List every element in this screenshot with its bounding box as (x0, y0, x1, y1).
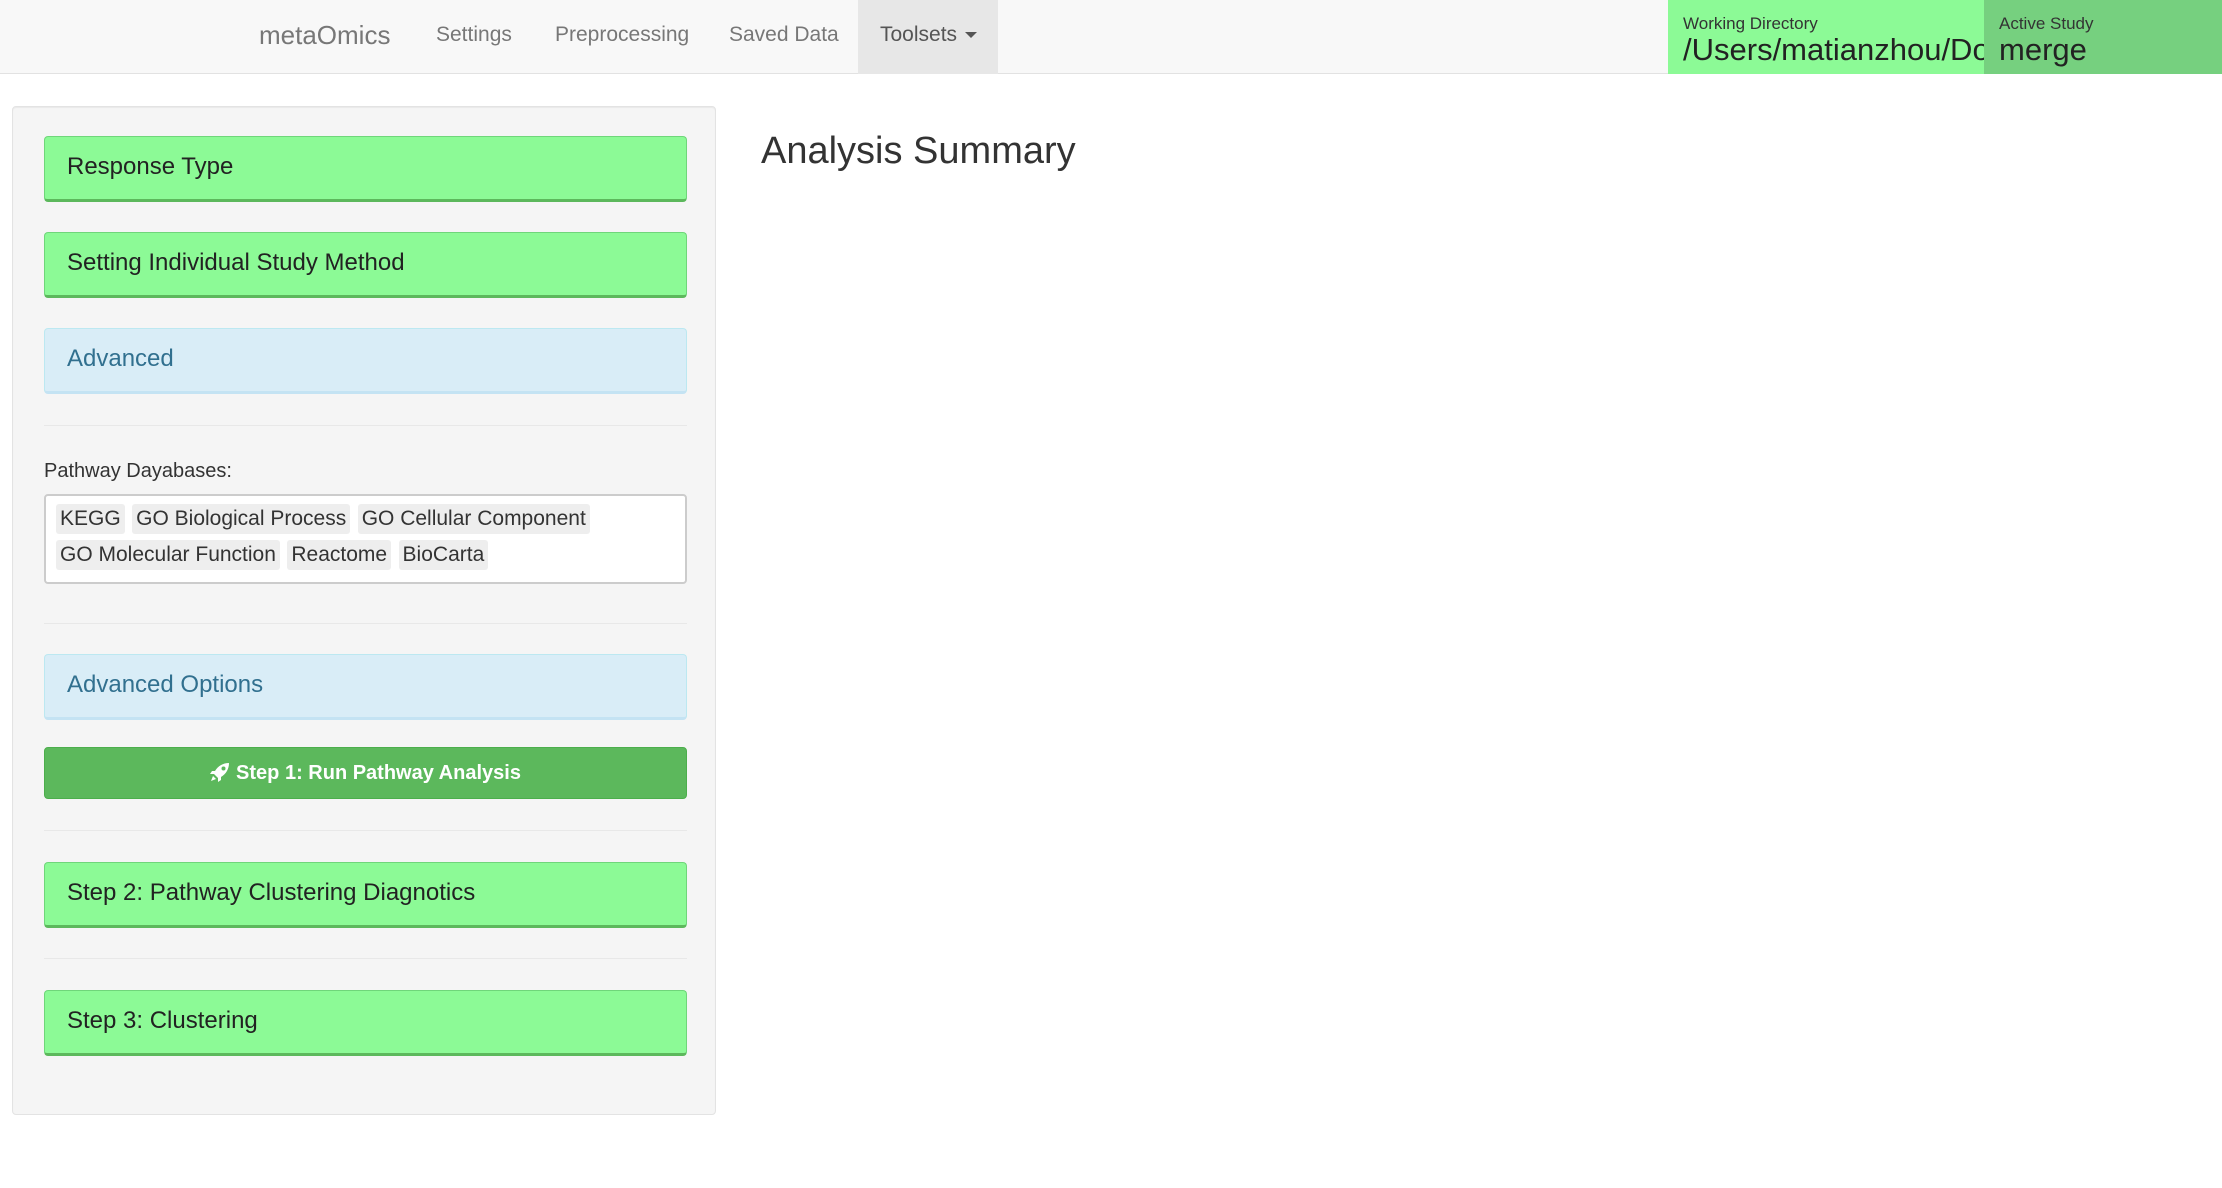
brand-logo[interactable]: metaOmics (259, 0, 390, 74)
sidebar-panel: Response Type Setting Individual Study M… (12, 106, 716, 1115)
working-directory-label: Working Directory (1683, 14, 1818, 33)
rocket-icon (210, 762, 230, 782)
pathway-databases-select[interactable]: KEGG GO Biological Process GO Cellular C… (44, 494, 687, 584)
tag-go-molecular-function[interactable]: GO Molecular Function (56, 540, 280, 570)
response-type-panel[interactable]: Response Type (44, 136, 687, 202)
tag-biocarta[interactable]: BioCarta (398, 540, 489, 570)
tag-reactome[interactable]: Reactome (287, 540, 392, 570)
pathway-databases-label: Pathway Dayabases: (44, 460, 232, 482)
run-button-label: Step 1: Run Pathway Analysis (236, 762, 521, 784)
working-directory-value: /Users/matianzhou/Documents (1683, 32, 1984, 67)
caret-down-icon (965, 32, 978, 39)
tag-go-biological-process[interactable]: GO Biological Process (132, 504, 351, 534)
divider (44, 623, 687, 624)
individual-study-method-panel[interactable]: Setting Individual Study Method (44, 232, 687, 298)
nav-toolsets-dropdown[interactable]: Toolsets (858, 0, 998, 74)
divider (44, 958, 687, 959)
advanced-panel[interactable]: Advanced (44, 328, 687, 394)
step2-clustering-diagnostics-panel[interactable]: Step 2: Pathway Clustering Diagnotics (44, 862, 687, 928)
tag-go-cellular-component[interactable]: GO Cellular Component (357, 504, 590, 534)
run-pathway-analysis-button[interactable]: Step 1: Run Pathway Analysis (44, 747, 687, 799)
nav-preprocessing[interactable]: Preprocessing (555, 0, 689, 74)
advanced-options-panel[interactable]: Advanced Options (44, 654, 687, 720)
active-study-status: Active Study merge (1984, 0, 2222, 74)
divider (44, 830, 687, 831)
active-study-value: merge (1999, 32, 2087, 67)
toolsets-label: Toolsets (880, 23, 958, 46)
nav-saved-data[interactable]: Saved Data (729, 0, 839, 74)
divider (44, 425, 687, 426)
nav-settings[interactable]: Settings (436, 0, 512, 74)
active-study-label: Active Study (1999, 14, 2094, 33)
tag-kegg[interactable]: KEGG (56, 504, 125, 534)
step3-clustering-panel[interactable]: Step 3: Clustering (44, 990, 687, 1056)
page-title: Analysis Summary (761, 130, 1076, 172)
working-directory-status: Working Directory /Users/matianzhou/Docu… (1668, 0, 1984, 74)
top-navbar: metaOmics Settings Preprocessing Saved D… (0, 0, 2222, 74)
